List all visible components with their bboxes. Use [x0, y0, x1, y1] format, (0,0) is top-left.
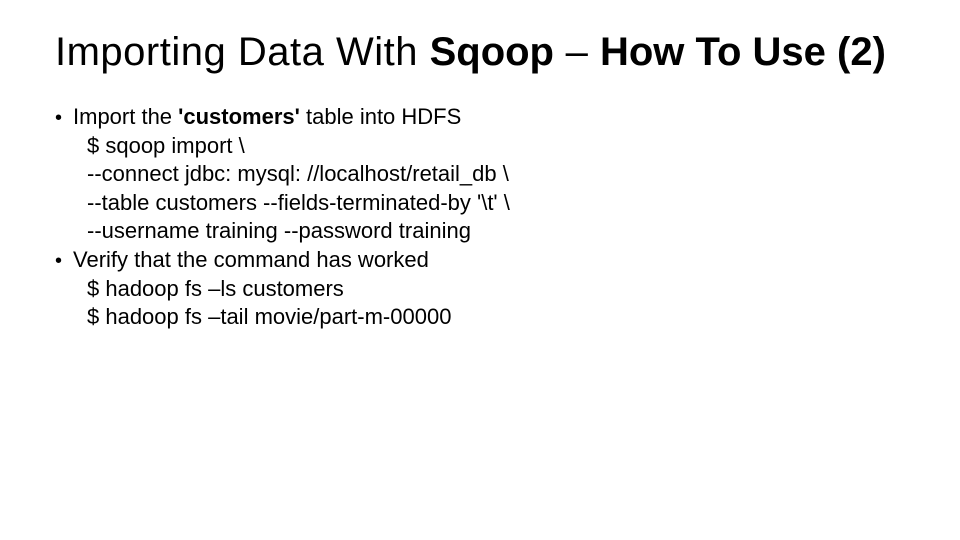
bullet-1-post: table into HDFS — [300, 104, 461, 129]
bullet-1-text: Import the 'customers' table into HDFS — [73, 103, 461, 132]
title-part-1: Importing Data With — [55, 30, 430, 74]
bullet-2-text: Verify that the command has worked — [73, 246, 429, 275]
bullet-item-1: • Import the 'customers' table into HDFS — [55, 103, 905, 132]
code-block-1: $ sqoop import \ --connect jdbc: mysql: … — [87, 132, 905, 246]
bullet-1-pre: Import the — [73, 104, 178, 129]
title-part-4: How To Use (2) — [600, 30, 886, 74]
title-part-3: – — [554, 30, 600, 74]
slide: Importing Data With Sqoop – How To Use (… — [0, 0, 960, 540]
slide-title: Importing Data With Sqoop – How To Use (… — [55, 30, 905, 75]
code-block-2: $ hadoop fs –ls customers $ hadoop fs –t… — [87, 275, 905, 332]
bullet-dot-icon: • — [55, 248, 73, 274]
bullet-item-2: • Verify that the command has worked — [55, 246, 905, 275]
bullet-1-bold: 'customers' — [178, 104, 300, 129]
bullet-dot-icon: • — [55, 105, 73, 131]
title-part-2: Sqoop — [430, 30, 554, 74]
bullet-list: • Import the 'customers' table into HDFS… — [55, 103, 905, 332]
